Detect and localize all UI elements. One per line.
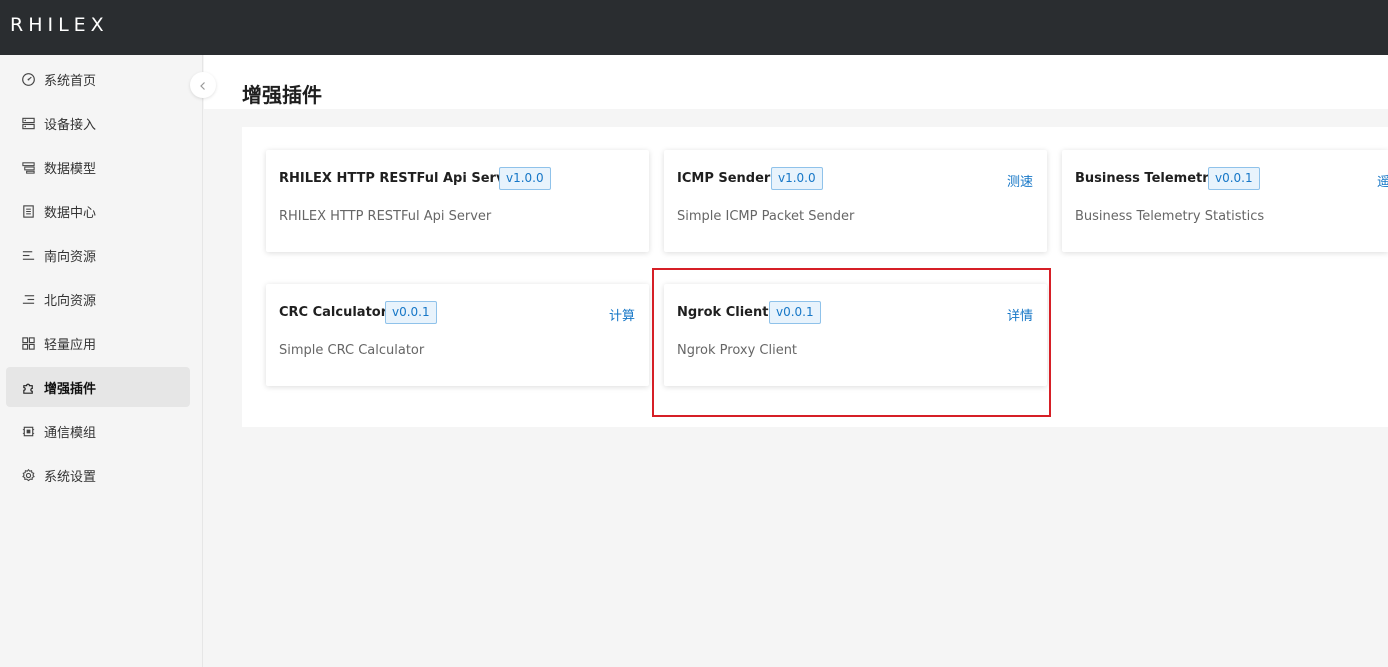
sidebar-item-label: 系统设置 xyxy=(44,469,97,485)
sidebar-item-label: 南向资源 xyxy=(44,249,97,265)
sidebar-item-inbound[interactable]: 南向资源 xyxy=(6,235,190,275)
sidebar-item-comm-module[interactable]: 通信模组 xyxy=(6,411,190,451)
sidebar-item-label: 通信模组 xyxy=(44,425,97,441)
data-center-icon xyxy=(21,204,36,219)
data-model-icon xyxy=(21,160,36,175)
inbound-icon xyxy=(21,248,36,263)
sidebar-item-label: 设备接入 xyxy=(44,117,97,133)
plugin-name: CRC Calculator xyxy=(279,305,388,320)
device-icon xyxy=(21,116,36,131)
sidebar: 系统首页 设备接入 数据模型 数据中心 南向资源 北向资源 轻量应用 增强插件 … xyxy=(0,55,203,667)
version-badge: v1.0.0 xyxy=(499,167,551,190)
plugin-card[interactable]: CRC Calculator v0.0.1 计算 Simple CRC Calc… xyxy=(266,284,649,386)
version-badge: v0.0.1 xyxy=(1208,167,1260,190)
page-header xyxy=(204,55,1388,109)
plugin-name: RHILEX HTTP RESTFul Api Server xyxy=(279,171,520,186)
calculate-link[interactable]: 计算 xyxy=(609,305,635,324)
sidebar-item-label: 轻量应用 xyxy=(44,337,97,353)
version-badge: v0.0.1 xyxy=(385,301,437,324)
telemetry-link[interactable]: 遥 xyxy=(1377,171,1388,190)
sidebar-item-outbound[interactable]: 北向资源 xyxy=(6,279,190,319)
gear-icon xyxy=(21,468,36,483)
version-badge: v1.0.0 xyxy=(771,167,823,190)
sidebar-item-settings[interactable]: 系统设置 xyxy=(6,455,190,495)
plugin-description: RHILEX HTTP RESTFul Api Server xyxy=(279,209,492,224)
page-title: 增强插件 xyxy=(242,83,322,107)
plugin-card[interactable]: RHILEX HTTP RESTFul Api Server v1.0.0 RH… xyxy=(266,150,649,252)
plugin-card[interactable]: ICMP Sender v1.0.0 测速 Simple ICMP Packet… xyxy=(664,150,1047,252)
sidebar-item-dashboard[interactable]: 系统首页 xyxy=(6,59,190,99)
outbound-icon xyxy=(21,292,36,307)
plugin-description: Simple ICMP Packet Sender xyxy=(677,209,855,224)
sidebar-item-label: 增强插件 xyxy=(44,381,97,397)
chevron-left-icon xyxy=(198,76,208,95)
sidebar-item-label: 数据模型 xyxy=(44,161,97,177)
sidebar-item-data-center[interactable]: 数据中心 xyxy=(6,191,190,231)
top-bar: RHILEX xyxy=(0,0,1388,55)
plugin-description: Business Telemetry Statistics xyxy=(1075,209,1265,224)
sidebar-item-label: 数据中心 xyxy=(44,205,97,221)
sidebar-item-apps[interactable]: 轻量应用 xyxy=(6,323,190,363)
dashboard-icon xyxy=(21,72,36,87)
highlight-box xyxy=(652,268,1051,417)
plugin-card[interactable]: Business Telemetry v0.0.1 遥 Business Tel… xyxy=(1062,150,1388,252)
apps-icon xyxy=(21,336,36,351)
plugin-name: ICMP Sender xyxy=(677,171,771,186)
sidebar-item-data-model[interactable]: 数据模型 xyxy=(6,147,190,187)
sidebar-item-label: 系统首页 xyxy=(44,73,97,89)
chip-icon xyxy=(21,424,36,439)
plugin-name: Business Telemetry xyxy=(1075,171,1218,186)
plugin-description: Simple CRC Calculator xyxy=(279,343,425,358)
sidebar-item-label: 北向资源 xyxy=(44,293,97,309)
sidebar-collapse-button[interactable] xyxy=(190,72,216,98)
sidebar-item-plugins[interactable]: 增强插件 xyxy=(6,367,190,407)
sidebar-item-device[interactable]: 设备接入 xyxy=(6,103,190,143)
plugin-icon xyxy=(21,380,36,395)
speed-test-link[interactable]: 测速 xyxy=(1007,171,1033,190)
app-logo[interactable]: RHILEX xyxy=(10,14,109,36)
